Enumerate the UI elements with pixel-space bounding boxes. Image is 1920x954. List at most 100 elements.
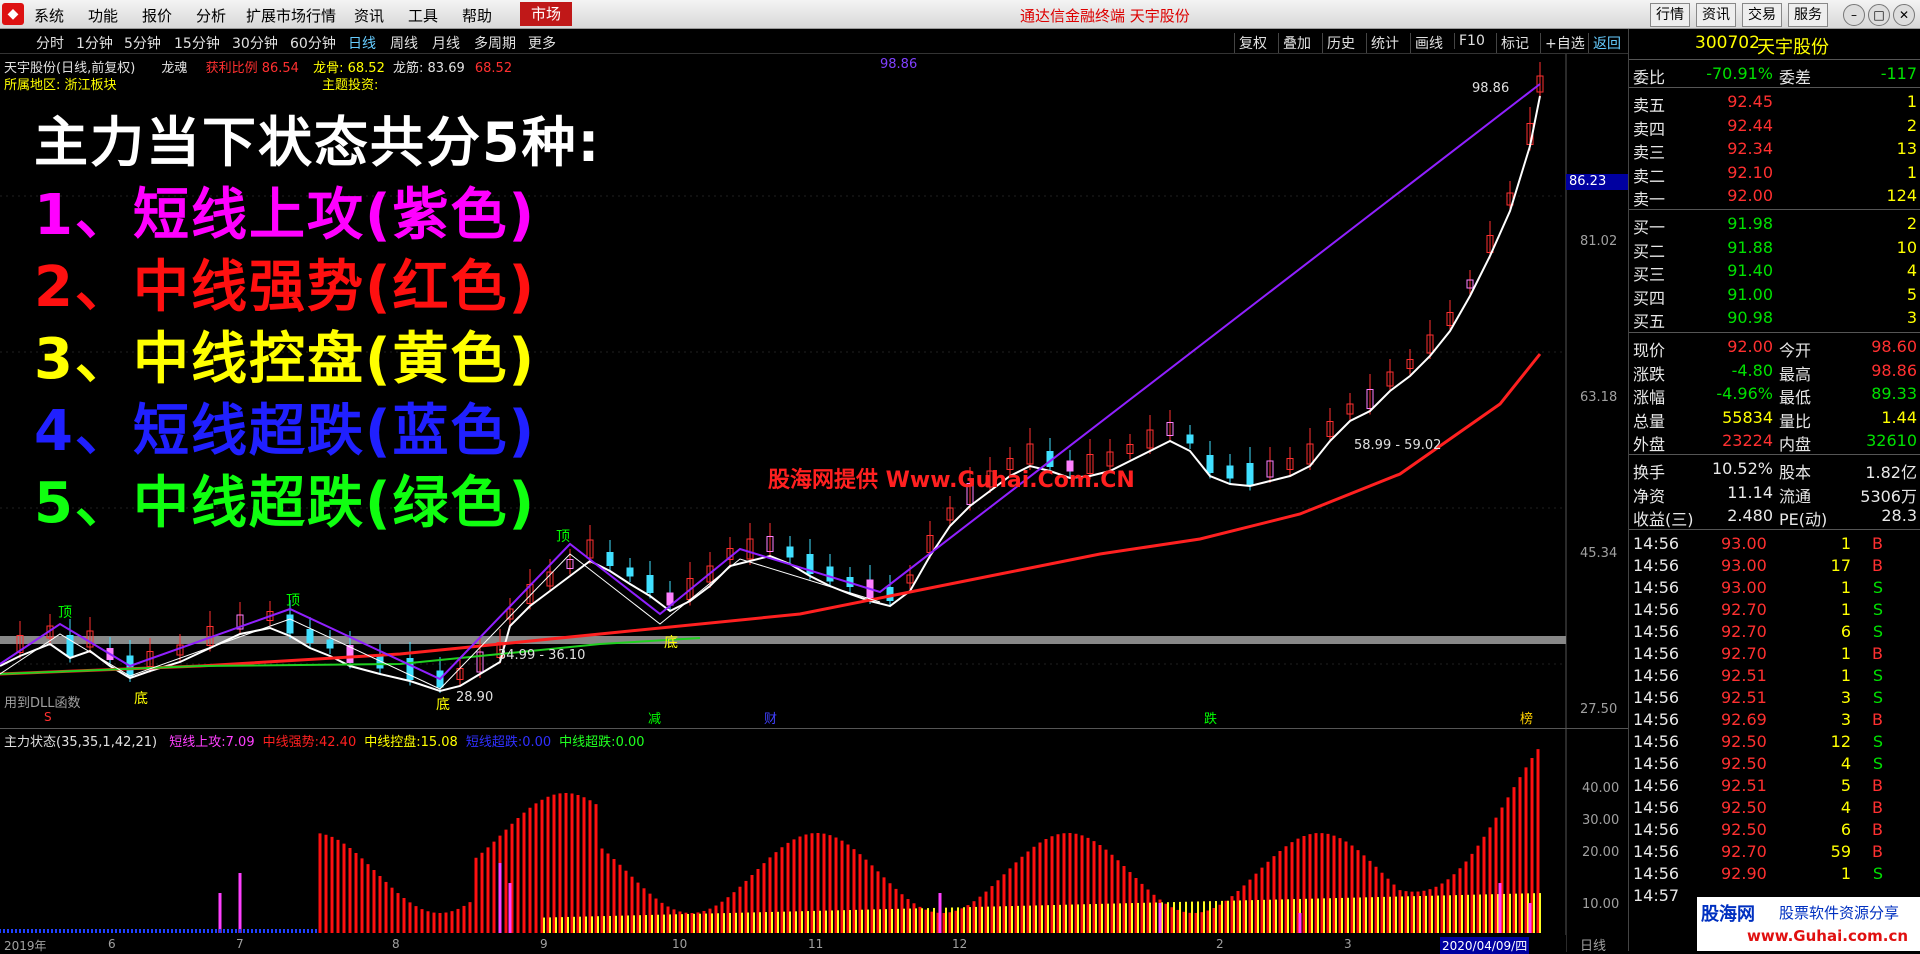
top-nav-button[interactable]: 服务: [1788, 3, 1828, 27]
tick-row: 14:56 92.51 3 S: [1629, 686, 1920, 708]
tick-row: 14:56 92.69 3 B: [1629, 708, 1920, 730]
tick-direction: B: [1872, 798, 1883, 817]
chart-tool-button[interactable]: 统计: [1366, 33, 1403, 53]
menu-item[interactable]: 工具: [408, 5, 438, 26]
stat-value: 1.44: [1881, 407, 1917, 427]
longhun-label[interactable]: 龙魂: [161, 61, 187, 76]
period-tab[interactable]: 周线: [390, 33, 418, 53]
candle-body: [1246, 463, 1254, 485]
footer-url: www.Guhai.com.cn: [1747, 927, 1909, 945]
stat-label: 现价: [1633, 341, 1666, 360]
tick-direction: B: [1872, 534, 1883, 553]
buy-price: 91.98: [1727, 214, 1773, 233]
tick-row: 14:56 92.51 1 S: [1629, 664, 1920, 686]
x-axis-label: 12: [952, 937, 968, 951]
period-tab[interactable]: 分时: [36, 33, 64, 53]
chart-tool-button[interactable]: 历史: [1322, 33, 1359, 53]
price-tick: 63.18: [1580, 390, 1618, 405]
candle-body: [646, 575, 654, 593]
fundamental-row: 净资 11.14 流通 5306万: [1629, 481, 1920, 506]
tick-row: 14:56 92.50 6 B: [1629, 818, 1920, 840]
menu-item[interactable]: 资讯: [354, 5, 384, 26]
app-logo-icon[interactable]: ◆: [2, 3, 24, 25]
indicator-panel[interactable]: 主力状态(35,35,1,42,21) 短线上攻:7.09 中线强势:42.40 中…: [0, 728, 1628, 954]
sell-label: 卖二: [1633, 166, 1666, 186]
range-label: 58.99 - 59.02: [1354, 438, 1442, 453]
tick-row: 14:56 92.70 1 S: [1629, 598, 1920, 620]
period-tab[interactable]: 60分钟: [290, 33, 336, 53]
chart-tool-button[interactable]: 叠加: [1278, 33, 1315, 53]
fundamental-value: 28.3: [1881, 506, 1917, 525]
chart-tool-button[interactable]: 标记: [1496, 33, 1533, 53]
menu-item[interactable]: 帮助: [462, 5, 492, 26]
tick-time: 14:56: [1633, 666, 1680, 685]
sell-label: 卖三: [1633, 143, 1666, 162]
tick-price: 92.70: [1721, 842, 1767, 861]
tick-direction: S: [1872, 864, 1883, 883]
menu-item[interactable]: 报价: [142, 5, 172, 26]
tick-volume: 59: [1830, 842, 1851, 861]
current-price-tag: 86.23: [1566, 174, 1629, 190]
event-label: 跌: [1204, 712, 1218, 727]
x-axis-label: 6: [108, 937, 116, 951]
top-nav-button[interactable]: 交易: [1742, 3, 1782, 27]
buy-price: 91.40: [1727, 261, 1773, 280]
buy-row: 买三 91.40 4: [1629, 259, 1920, 284]
bottom-label: 底: [664, 635, 678, 651]
period-tab[interactable]: 1分钟: [76, 33, 113, 53]
tick-row: 14:56 93.00 1 S: [1629, 576, 1920, 598]
tick-row: 14:56 92.70 1 B: [1629, 642, 1920, 664]
x-axis-label: 10: [672, 937, 688, 951]
market-button[interactable]: 市场: [520, 2, 572, 26]
tick-row: 14:56 93.00 1 B: [1629, 532, 1920, 554]
overlay-line: 3、中线控盘(黄色): [34, 327, 537, 392]
fundamental-label: PE(动): [1779, 510, 1828, 529]
minimize-icon[interactable]: –: [1843, 4, 1865, 26]
menu-item[interactable]: 系统: [34, 5, 64, 26]
event-label: 榜: [1520, 712, 1534, 727]
maximize-icon[interactable]: □: [1868, 4, 1890, 26]
tick-time: 14:56: [1633, 688, 1680, 707]
stat-value: 89.33: [1871, 384, 1917, 403]
stat-row: 涨幅 -4.96% 最低 89.33: [1629, 382, 1920, 407]
chart-tool-button[interactable]: 返回: [1588, 33, 1625, 53]
chart-tool-button[interactable]: 画线: [1410, 33, 1447, 53]
top-nav-button[interactable]: 行情: [1650, 3, 1690, 27]
menu-item[interactable]: 分析: [196, 5, 226, 26]
period-tab[interactable]: 更多: [528, 33, 556, 53]
webi-label: 委比: [1633, 68, 1666, 87]
top-nav-button[interactable]: 资讯: [1696, 3, 1736, 27]
period-tab[interactable]: 月线: [432, 33, 460, 53]
close-icon[interactable]: ✕: [1893, 4, 1915, 26]
bottom-label: 底: [436, 697, 450, 713]
x-axis-label: 11: [808, 937, 824, 951]
chart-tool-button[interactable]: F10: [1454, 33, 1489, 49]
tick-price: 92.70: [1721, 622, 1767, 641]
watermark: 股海网提供 Www.Guhai.Com.CN: [768, 468, 1135, 493]
period-tab[interactable]: 15分钟: [174, 33, 220, 53]
period-tab[interactable]: 5分钟: [124, 33, 161, 53]
stat-row: 总量 55834 量比 1.44: [1629, 406, 1920, 431]
tick-direction: B: [1872, 556, 1883, 575]
stat-label: 内盘: [1779, 435, 1812, 454]
menu-item[interactable]: 功能: [88, 5, 118, 26]
kline-chart[interactable]: 天宇股份(日线,前复权) 龙魂 获利比例 86.54 龙骨: 68.52 龙筋:…: [0, 54, 1629, 728]
period-tab[interactable]: 多周期: [474, 33, 516, 53]
chart-tool-button[interactable]: +自选: [1540, 33, 1589, 53]
chart-tool-button[interactable]: 复权: [1234, 33, 1271, 53]
sell-volume: 2: [1906, 115, 1917, 135]
footer-logo: 股海网 股票软件资源分享 www.Guhai.com.cn: [1697, 897, 1920, 951]
buy-volume: 2: [1906, 214, 1917, 233]
fundamental-label: 收益(三): [1633, 510, 1694, 529]
period-tab[interactable]: 日线: [348, 33, 376, 53]
menu-item[interactable]: 扩展市场行情: [246, 5, 336, 26]
indicator-svg[interactable]: [0, 729, 1570, 952]
tick-volume: 1: [1840, 864, 1851, 883]
tick-direction: B: [1872, 820, 1883, 839]
range-label: 34.99 - 36.10: [498, 648, 586, 663]
price-tick: 27.50: [1580, 702, 1618, 717]
profit-value: 86.54: [261, 61, 299, 76]
tick-volume: 3: [1840, 688, 1851, 707]
period-tab[interactable]: 30分钟: [232, 33, 278, 53]
tick-price: 92.50: [1721, 820, 1767, 839]
